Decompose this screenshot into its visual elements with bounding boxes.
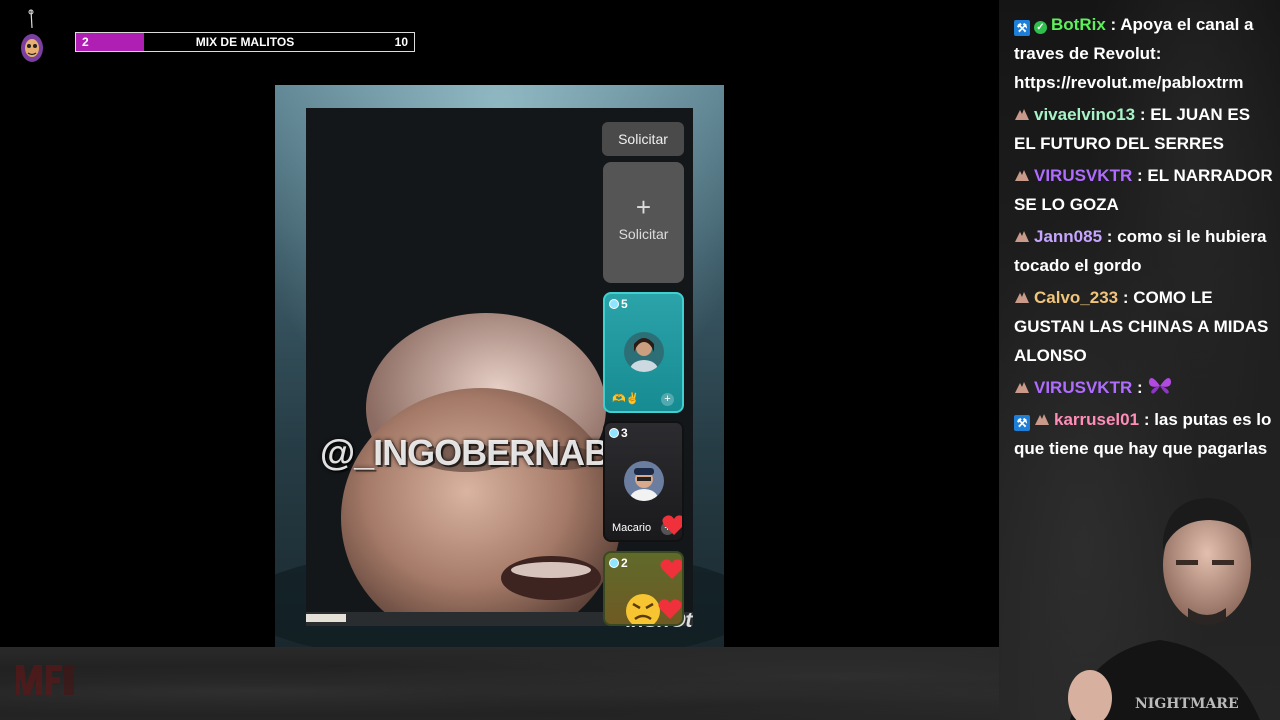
- gift-emoji-icon: 🫶✌: [612, 393, 640, 405]
- guest-slot-1[interactable]: 5 🫶✌ +: [603, 292, 684, 413]
- purple-butterfly-emote: [1143, 377, 1174, 397]
- guest-count-value: 5: [621, 297, 628, 311]
- guest-count: 5: [609, 297, 628, 311]
- avatar: [624, 461, 664, 501]
- plus-icon: +: [635, 192, 652, 222]
- sub-badge-icon: [1014, 223, 1030, 242]
- sub-badge-icon: [1014, 374, 1030, 393]
- streamer-webcam: NIGHTMARE: [1050, 480, 1280, 720]
- avatar: [624, 332, 664, 372]
- chat-username[interactable]: BotRix: [1051, 15, 1106, 34]
- chat-text: :: [1136, 378, 1143, 397]
- add-guest-label: Solicitar: [618, 226, 669, 242]
- channel-logo-icon: [16, 665, 74, 695]
- heart-icon: [660, 559, 682, 579]
- chat-username[interactable]: Jann085: [1034, 227, 1102, 246]
- chat-username[interactable]: VIRUSVKTR: [1034, 378, 1132, 397]
- guest-name: 🫶✌: [612, 392, 639, 405]
- mod-icon: ⚒: [1014, 20, 1030, 36]
- heart-icon: [658, 599, 682, 619]
- viewer-dot-icon: [609, 428, 619, 438]
- viewer-dot-icon: [609, 558, 619, 568]
- follow-plus-icon[interactable]: +: [661, 393, 674, 406]
- chat-feed[interactable]: ⚒ ✓ BotRix : Apoya el canal a traves de Re…: [1014, 10, 1276, 466]
- guest-slot-3[interactable]: 2: [603, 551, 684, 626]
- guest-count: 3: [609, 426, 628, 440]
- chat-text: : las putas es lo que tiene que hay que …: [1014, 410, 1272, 458]
- viewer-dot-icon: [609, 299, 619, 309]
- sub-badge-icon: [1014, 284, 1030, 303]
- sub-badge-icon: [1014, 162, 1030, 181]
- stream-logo-icon: [21, 9, 43, 62]
- add-guest-slot[interactable]: + Solicitar: [603, 162, 684, 283]
- chat-username[interactable]: Calvo_233: [1034, 288, 1118, 307]
- svg-text:NIGHTMARE: NIGHTMARE: [1135, 696, 1239, 712]
- guest-slot-2[interactable]: 3 Macario +: [603, 421, 684, 542]
- guest-count: 2: [609, 556, 628, 570]
- goal-progress-bar: 2 MIX DE MALITOS 10: [75, 32, 415, 52]
- chat-message: Jann085 : como si le hubiera tocado el g…: [1014, 222, 1276, 280]
- goal-progress-end: 10: [394, 35, 408, 49]
- chat-username[interactable]: karrusel01: [1054, 410, 1139, 429]
- guest-count-value: 2: [621, 556, 628, 570]
- sub-badge-icon: [1034, 406, 1050, 425]
- request-button[interactable]: Solicitar: [602, 122, 684, 156]
- sub-badge-icon: [1014, 101, 1030, 120]
- chat-message: vivaelvino13 : EL JUAN ES EL FUTURO DEL …: [1014, 100, 1276, 158]
- chat-message: ⚒ ✓ BotRix : Apoya el canal a traves de Re…: [1014, 10, 1276, 97]
- chat-text: : Apoya el canal a traves de Revolut: ht…: [1014, 15, 1254, 92]
- goal-progress-title: MIX DE MALITOS: [195, 35, 295, 49]
- chat-username[interactable]: VIRUSVKTR: [1034, 166, 1132, 185]
- guest-count-value: 3: [621, 426, 628, 440]
- chat-message: VIRUSVKTR :: [1014, 373, 1276, 402]
- guest-name: Macario: [612, 522, 652, 534]
- mod-icon: ⚒: [1014, 415, 1030, 431]
- stream-screen: 2 MIX DE MALITOS 10 @_INGOBERNABL3_ Soli…: [0, 0, 1280, 720]
- verified-icon: ✓: [1034, 21, 1047, 34]
- chat-username[interactable]: vivaelvino13: [1034, 105, 1135, 124]
- chat-message: VIRUSVKTR : EL NARRADOR SE LO GOZA: [1014, 161, 1276, 219]
- chat-message: ⚒ karrusel01 : las putas es lo que tiene …: [1014, 405, 1276, 463]
- heart-icon: [662, 515, 682, 535]
- chat-message: Calvo_233 : COMO LE GUSTAN LAS CHINAS A …: [1014, 283, 1276, 370]
